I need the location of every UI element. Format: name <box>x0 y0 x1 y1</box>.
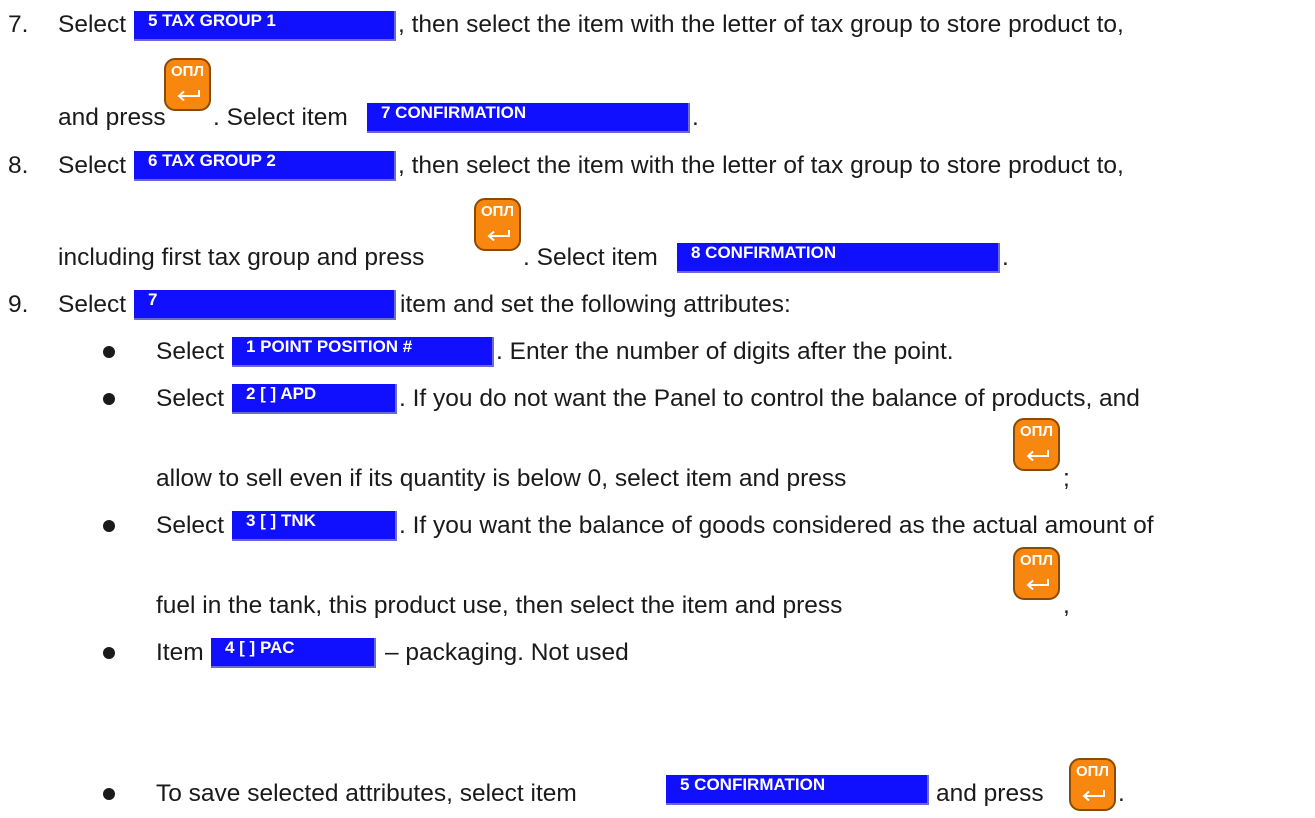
bullet-dot <box>103 393 115 405</box>
enter-key-icon: ОПЛ <box>1013 418 1060 471</box>
enter-key-icon: ОПЛ <box>474 198 521 251</box>
bullet-5-end: . <box>1118 780 1125 807</box>
bullet-3-text-a: . If you want the balance of goods consi… <box>399 512 1154 539</box>
step-7-end: . <box>692 104 699 131</box>
bullet-dot <box>103 520 115 532</box>
bullet-2-select: Select <box>156 385 225 412</box>
bullet-4-item: Item <box>156 639 204 666</box>
bullet-dot <box>103 346 115 358</box>
bullet-1-select: Select <box>156 338 225 365</box>
item-7-button: 7 <box>134 290 396 320</box>
step-9-text-a: item and set the following attributes: <box>400 291 791 318</box>
tnk-button: 3 [ ] TNK <box>232 511 397 541</box>
step-9-select-text: Select <box>58 291 127 318</box>
enter-key-icon: ОПЛ <box>1069 758 1116 811</box>
step-8-select-text: Select <box>58 152 127 179</box>
tax-group-1-button: 5 TAX GROUP 1 <box>134 11 396 41</box>
step-8-text-a: , then select the item with the letter o… <box>398 152 1124 179</box>
bullet-3-end: , <box>1063 592 1070 619</box>
step-7-text-c: . Select item <box>213 104 348 131</box>
step-8-end: . <box>1002 244 1009 271</box>
step-8-number: 8. <box>8 152 29 179</box>
step-8-text-b: including first tax group and press <box>58 244 425 271</box>
point-position-button: 1 POINT POSITION # <box>232 337 494 367</box>
step-7-number: 7. <box>8 11 29 38</box>
bullet-2-text-a: . If you do not want the Panel to contro… <box>399 385 1140 412</box>
confirmation-5-button: 5 CONFIRMATION <box>666 775 929 805</box>
step-8-text-c: . Select item <box>523 244 658 271</box>
bullet-5-text-a: To save selected attributes, select item <box>156 780 577 807</box>
bullet-5-text-b: and press <box>936 780 1044 807</box>
bullet-1-text: . Enter the number of digits after the p… <box>496 338 954 365</box>
step-7-text-a: , then select the item with the letter o… <box>398 11 1124 38</box>
bullet-2-end: ; <box>1063 465 1070 492</box>
apd-button: 2 [ ] APD <box>232 384 397 414</box>
confirmation-8-button: 8 CONFIRMATION <box>677 243 1000 273</box>
bullet-2-text-b: allow to sell even if its quantity is be… <box>156 465 847 492</box>
enter-key-icon: ОПЛ <box>164 58 211 111</box>
step-7-select-text: Select <box>58 11 127 38</box>
tax-group-2-button: 6 TAX GROUP 2 <box>134 151 396 181</box>
confirmation-7-button: 7 CONFIRMATION <box>367 103 690 133</box>
pac-button: 4 [ ] PAC <box>211 638 376 668</box>
bullet-4-text: – packaging. Not used <box>385 639 629 666</box>
bullet-dot <box>103 647 115 659</box>
step-7-text-b: and press <box>58 104 166 131</box>
step-9-number: 9. <box>8 291 29 318</box>
enter-key-icon: ОПЛ <box>1013 547 1060 600</box>
bullet-3-select: Select <box>156 512 225 539</box>
bullet-3-text-b: fuel in the tank, this product use, then… <box>156 592 843 619</box>
bullet-dot <box>103 788 115 800</box>
